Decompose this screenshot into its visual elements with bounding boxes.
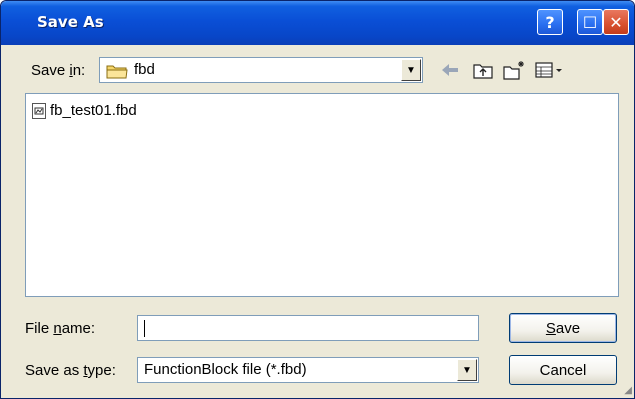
- fbd-file-icon: [32, 102, 46, 119]
- resize-grip-icon[interactable]: ◢: [624, 385, 632, 396]
- save-as-type-value: FunctionBlock file (*.fbd): [144, 361, 307, 378]
- chevron-down-icon[interactable]: ▼: [457, 359, 477, 381]
- file-name-label-suffix: ame:: [61, 320, 96, 337]
- save-as-type-label-prefix: Save as: [25, 362, 84, 379]
- help-button[interactable]: ?: [537, 9, 563, 35]
- folder-icon: [106, 63, 128, 83]
- file-name-label-prefix: File: [25, 320, 54, 337]
- file-name-text: fb_test01.fbd: [50, 102, 137, 119]
- file-name-label-accel: n: [53, 320, 62, 337]
- text-caret: [144, 320, 145, 337]
- save-in-dropdown[interactable]: fbd ▼: [99, 57, 423, 83]
- view-menu-icon[interactable]: [533, 59, 567, 81]
- cancel-button[interactable]: Cancel: [509, 355, 617, 385]
- save-button[interactable]: Save: [509, 313, 617, 343]
- new-folder-icon[interactable]: [501, 59, 527, 81]
- back-arrow-icon[interactable]: [439, 59, 461, 81]
- save-in-label-suffix: n:: [72, 62, 86, 79]
- save-in-label-prefix: Save: [31, 62, 70, 79]
- save-as-type-label: Save as type:: [25, 362, 116, 379]
- up-folder-icon[interactable]: [471, 59, 495, 81]
- file-list[interactable]: fb_test01.fbd: [25, 93, 619, 297]
- close-button[interactable]: ✕: [603, 9, 629, 35]
- save-button-accel: S: [545, 319, 556, 337]
- maximize-button[interactable]: ☐: [577, 9, 603, 35]
- file-name-field[interactable]: [137, 315, 479, 341]
- save-as-type-dropdown[interactable]: FunctionBlock file (*.fbd) ▼: [137, 357, 479, 383]
- chevron-down-icon[interactable]: ▼: [401, 59, 421, 81]
- save-in-value: fbd: [134, 61, 155, 78]
- title-bar[interactable]: Save As ? ☐ ✕: [1, 1, 634, 45]
- save-as-type-label-suffix: ype:: [87, 362, 116, 379]
- save-as-dialog: Save As ? ☐ ✕ Save in: fbd ▼ fb_test01.f…: [0, 0, 635, 399]
- list-item[interactable]: fb_test01.fbd: [32, 102, 137, 119]
- save-in-label: Save in:: [31, 62, 85, 79]
- file-name-label: File name:: [25, 320, 95, 337]
- save-button-label: ave: [555, 319, 581, 337]
- dialog-title: Save As: [37, 13, 104, 31]
